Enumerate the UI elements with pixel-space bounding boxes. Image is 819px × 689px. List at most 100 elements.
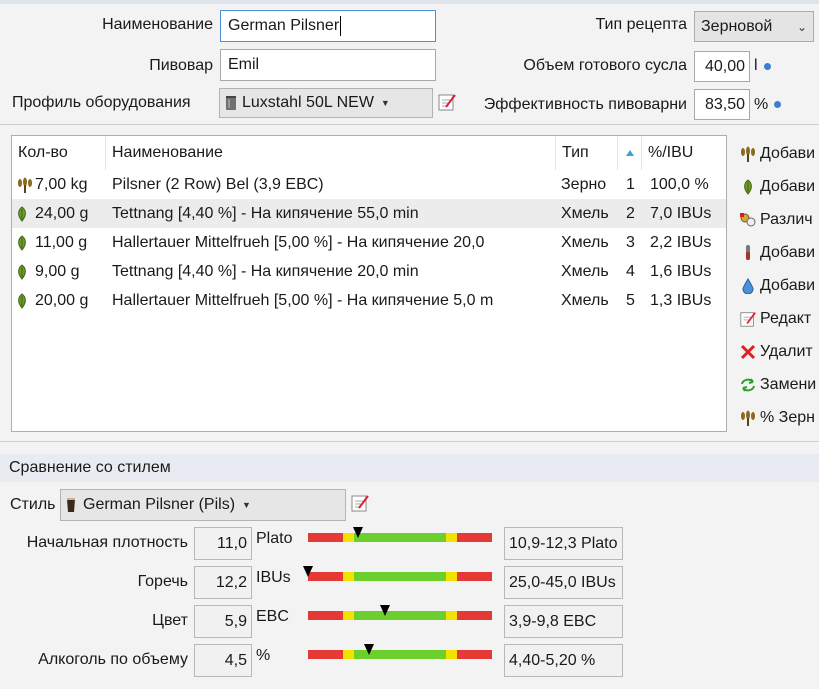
marker-icon xyxy=(352,527,363,538)
metric-unit: % xyxy=(256,647,271,664)
ingredient-order: 2 xyxy=(626,204,635,222)
marker-icon xyxy=(303,566,313,577)
action-button[interactable]: Добави xyxy=(738,139,815,169)
table-row[interactable]: 24,00 g Tettnang [4,40 %] - На кипячение … xyxy=(12,199,726,228)
yeast-icon xyxy=(738,244,758,262)
metric-label: Начальная плотность xyxy=(26,534,188,551)
action-label: Добави xyxy=(760,178,816,195)
table-row[interactable]: 9,00 g Tettnang [4,40 %] - На кипячение 2… xyxy=(12,257,726,286)
style-label: Стиль xyxy=(10,496,56,513)
metric-unit: EBC xyxy=(256,608,289,625)
metric-value-text: 4,5 xyxy=(224,651,247,669)
action-button[interactable]: Удалит xyxy=(738,337,813,367)
column-header-pct[interactable]: %/IBU xyxy=(642,136,726,170)
hop-icon xyxy=(16,228,28,257)
equipment-label: Профиль оборудования xyxy=(12,94,191,111)
ingredient-type: Хмель xyxy=(561,262,609,280)
efficiency-unit: % xyxy=(754,96,769,113)
metric-value-text: 12,2 xyxy=(215,573,247,591)
action-label: Замени xyxy=(760,376,817,393)
ingredient-pct: 7,0 IBUs xyxy=(650,204,712,222)
action-button[interactable]: Замени xyxy=(738,370,816,400)
action-button[interactable]: Различ xyxy=(738,205,813,235)
style-value: German Pilsner (Pils) xyxy=(83,496,236,513)
style-comparison-header: Сравнение со стилем xyxy=(0,454,819,482)
efficiency-label: Эффективность пивоварни xyxy=(483,96,687,113)
batch-volume-unit: l xyxy=(754,57,758,74)
action-label: Добави xyxy=(760,277,816,294)
ingredient-order: 4 xyxy=(626,262,635,280)
metric-range-text: 4,40-5,20 % xyxy=(509,651,596,669)
metric-value: 5,9 xyxy=(194,605,252,638)
ingredient-name: Hallertauer Mittelfrueh [5,00 %] - На ки… xyxy=(112,291,494,309)
table-row[interactable]: 7,00 kg Pilsner (2 Row) Bel (3,9 EBC) Зерн… xyxy=(12,170,726,199)
ingredient-order: 1 xyxy=(626,175,635,193)
recipe-name-input[interactable]: German Pilsner xyxy=(220,10,436,42)
ingredient-type: Хмель xyxy=(561,204,609,222)
efficiency-input[interactable]: 83,50 xyxy=(694,89,750,120)
efficiency-value: 83,50 xyxy=(704,95,745,113)
column-header-qty[interactable]: Кол-во xyxy=(12,136,106,170)
equipment-value: Luxstahl 50L NEW xyxy=(242,94,374,111)
edit-note-icon xyxy=(351,495,369,512)
ingredient-order: 5 xyxy=(626,291,635,309)
misc-icon xyxy=(738,212,758,228)
edit-style-button[interactable] xyxy=(349,492,371,514)
ingredient-pct: 2,2 IBUs xyxy=(650,233,712,251)
action-button[interactable]: Редакт xyxy=(738,304,811,334)
action-button[interactable]: Добави xyxy=(738,271,815,301)
metric-range: 4,40-5,20 % xyxy=(504,644,623,677)
metric-value-text: 11,0 xyxy=(217,534,247,552)
metric-value: 11,0 xyxy=(194,527,252,560)
style-range-bar xyxy=(308,644,492,659)
column-header-order[interactable] xyxy=(618,136,642,170)
name-label: Наименование xyxy=(102,16,213,33)
metric-value-text: 5,9 xyxy=(224,612,247,630)
ingredients-list[interactable]: Кол-во Наименование Тип %/IBU 7,00 kg Pil… xyxy=(11,135,727,432)
batch-volume-input[interactable]: 40,00 xyxy=(694,51,750,82)
recipe-type-label: Тип рецепта xyxy=(595,16,687,33)
style-dropdown[interactable]: German Pilsner (Pils) ▼ xyxy=(60,489,346,521)
style-range-bar xyxy=(303,566,492,581)
hop-order-icon xyxy=(625,150,634,156)
marker-icon xyxy=(363,644,374,655)
action-button[interactable]: Добави xyxy=(738,172,815,202)
brewer-value: Emil xyxy=(228,56,260,73)
column-header-type[interactable]: Тип xyxy=(556,136,618,170)
action-button[interactable]: Добави xyxy=(738,238,815,268)
metric-unit: Plato xyxy=(256,530,293,547)
ingredient-qty: 11,00 g xyxy=(35,233,88,251)
brewer-input[interactable]: Emil xyxy=(220,49,436,81)
column-header-name[interactable]: Наименование xyxy=(106,136,556,170)
ingredient-qty: 24,00 g xyxy=(35,204,89,222)
ingredient-name: Pilsner (2 Row) Bel (3,9 EBC) xyxy=(112,175,324,193)
action-label: Редакт xyxy=(760,310,812,327)
divider xyxy=(0,124,819,125)
metric-range-text: 25,0-45,0 IBUs xyxy=(509,573,616,591)
hop-icon xyxy=(738,179,758,195)
metric-value: 12,2 xyxy=(194,566,252,599)
ingredient-type: Зерно xyxy=(561,175,607,193)
text-caret xyxy=(340,16,342,36)
metric-label: Алкоголь по объему xyxy=(38,651,188,668)
style-range-bar xyxy=(308,605,492,620)
metric-range-text: 10,9-12,3 Plato xyxy=(509,534,618,552)
dropdown-arrow-icon: ▼ xyxy=(242,500,251,510)
table-row[interactable]: 11,00 g Hallertauer Mittelfrueh [5,00 %] … xyxy=(12,228,726,257)
ingredient-name: Tettnang [4,40 %] - На кипячение 55,0 mi… xyxy=(112,204,419,222)
table-row[interactable]: 20,00 g Hallertauer Mittelfrueh [5,00 %] … xyxy=(12,286,726,315)
ingredient-name: Hallertauer Mittelfrueh [5,00 %] - На ки… xyxy=(112,233,485,251)
action-label: % Зерн xyxy=(760,409,815,426)
style-range-bar xyxy=(308,527,492,542)
chevron-down-icon: ⌄ xyxy=(796,19,807,34)
action-label: Удалит xyxy=(760,343,813,360)
recipe-name-value: German Pilsner xyxy=(228,17,340,34)
recipe-type-select[interactable]: Зерновой ⌄ xyxy=(694,11,814,42)
metric-label: Горечь xyxy=(137,573,188,590)
action-button[interactable]: % Зерн xyxy=(738,403,815,433)
ingredient-type: Хмель xyxy=(561,291,609,309)
water-icon xyxy=(738,278,758,294)
metric-range: 3,9-9,8 EBC xyxy=(504,605,623,638)
equipment-dropdown[interactable]: Luxstahl 50L NEW ▼ xyxy=(219,88,433,118)
beer-glass-icon xyxy=(67,498,75,512)
